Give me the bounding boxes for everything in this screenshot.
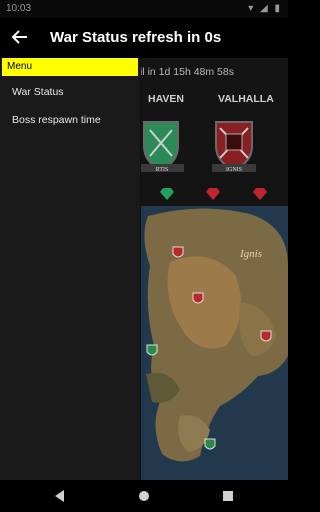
territory-map[interactable]: Ignis [140,206,288,480]
map-marker-green-icon [204,438,216,450]
red-gem-icon [253,188,267,200]
page-title: War Status refresh in 0s [50,29,222,46]
back-arrow-icon[interactable] [10,27,30,47]
nav-back-icon[interactable] [52,488,68,504]
menu-item-war-status[interactable]: War Status [0,80,140,104]
nav-home-icon[interactable] [136,488,152,504]
system-nav-bar [0,480,288,512]
valhalla-crest-icon: IGNIS [212,121,256,173]
countdown-text: il in 1d 15h 48m 58s [140,66,234,78]
map-marker-red-icon [172,246,184,258]
map-marker-red-icon [192,292,204,304]
green-gem-icon [160,188,174,200]
map-marker-red-icon [260,330,272,342]
red-gem-icon [206,188,220,200]
nav-recents-icon[interactable] [220,488,236,504]
faction-name-valhalla: VALHALLA [218,93,274,105]
map-marker-green-icon [146,344,158,356]
valhalla-crest-label: IGNIS [226,167,242,173]
status-bar: 10:03 ▾ ◢ ▮ [0,0,288,18]
menu-item-boss-respawn-time[interactable]: Boss respawn time [0,108,140,132]
status-time: 10:03 [6,3,32,14]
haven-crest-label: RTIS [156,167,169,173]
faction-name-haven: HAVEN [148,93,184,105]
map-region-label: Ignis [240,248,262,260]
haven-crest-icon: RTIS [140,121,184,173]
drawer-header: Menu [2,58,138,76]
app-bar: War Status refresh in 0s [0,18,288,58]
navigation-drawer: Menu War Status Boss respawn time [0,58,141,480]
status-icons: ▾ ◢ ▮ [248,3,282,14]
